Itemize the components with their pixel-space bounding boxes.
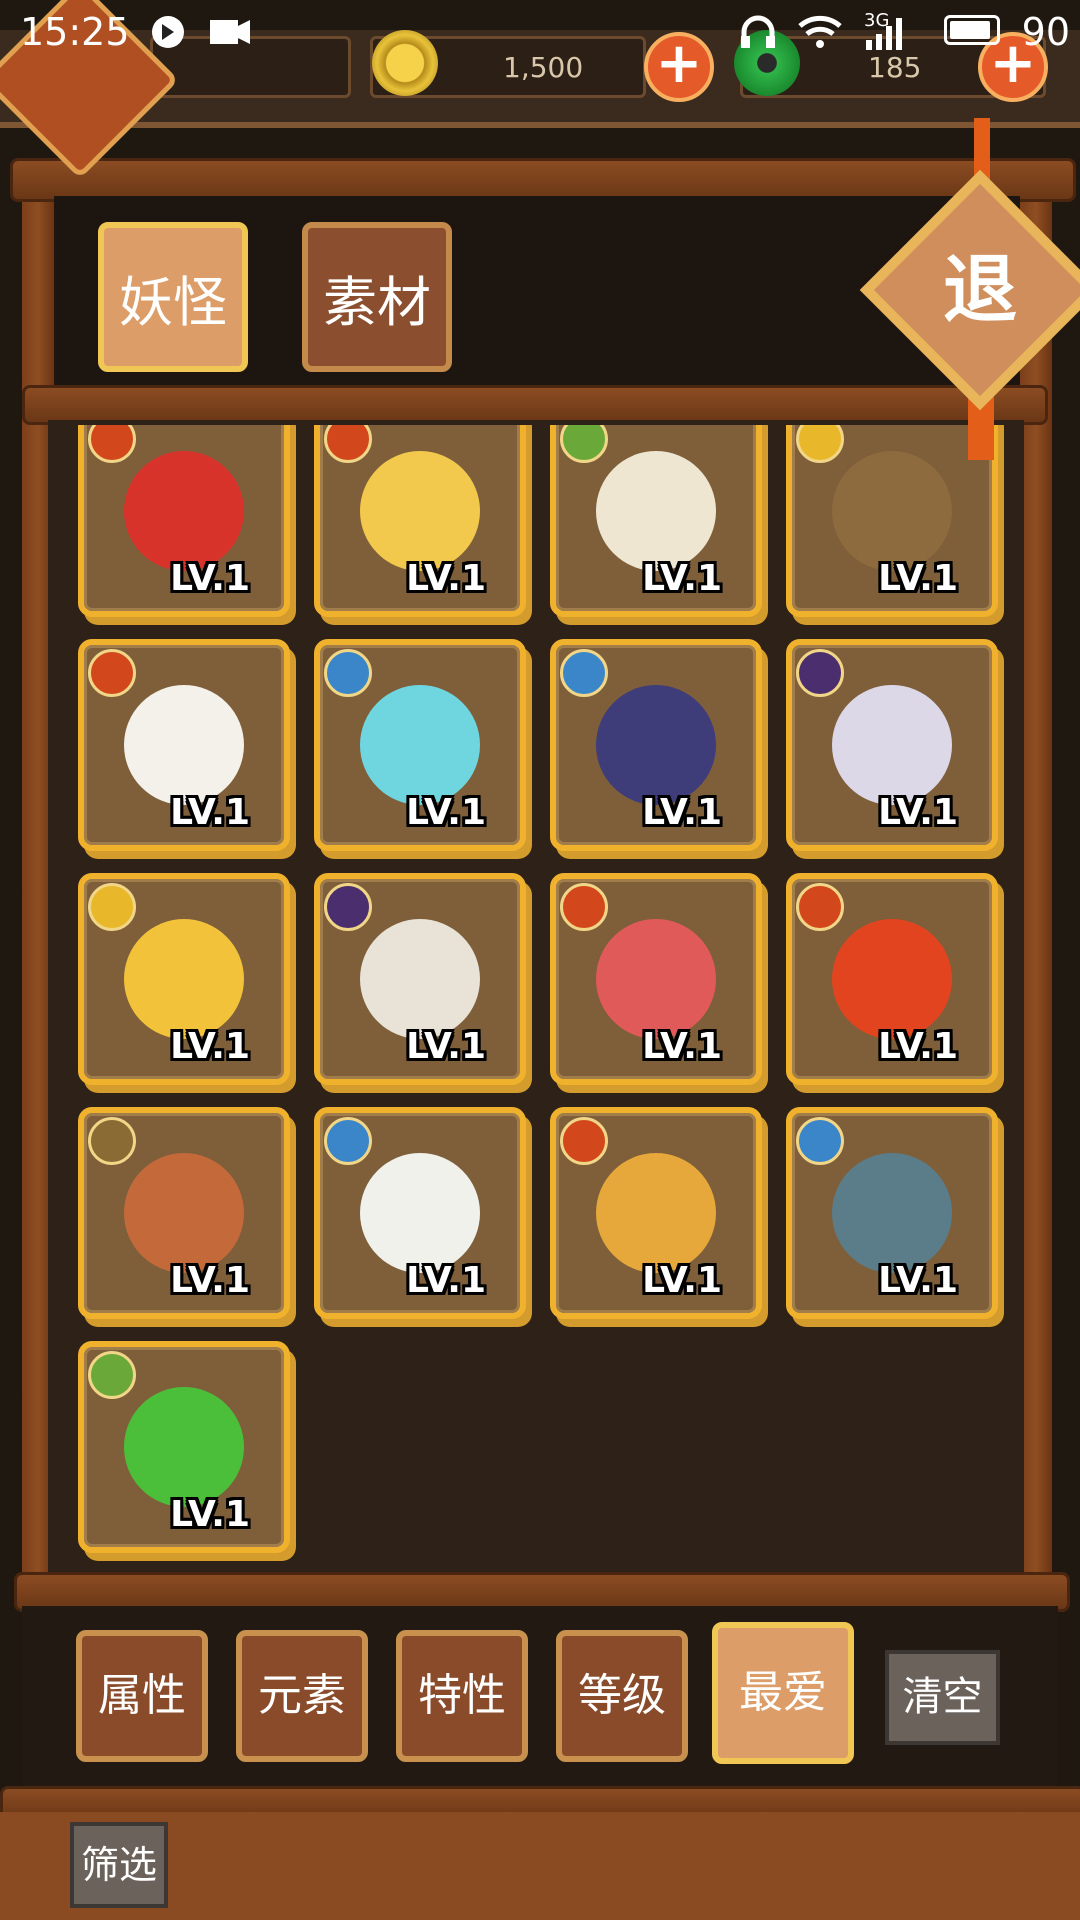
card-level: LV.1	[406, 792, 486, 833]
signal-icon	[862, 16, 902, 52]
cotton-flower-icon	[360, 1153, 480, 1273]
sun-element-icon	[88, 883, 136, 931]
card-level: LV.1	[170, 1260, 250, 1301]
gourd-spirit-icon	[124, 919, 244, 1039]
monster-card[interactable]: LV.1	[314, 873, 526, 1085]
headphones-icon	[738, 14, 775, 50]
water-element-icon	[324, 1117, 372, 1165]
filter-attribute-button[interactable]: 属性	[76, 1630, 208, 1762]
card-level: LV.1	[170, 792, 250, 833]
lily-spirit-icon	[596, 451, 716, 571]
app-notification-icon	[150, 14, 186, 50]
card-level: LV.1	[170, 558, 250, 599]
fire-element-icon	[560, 883, 608, 931]
fire-element-icon	[88, 649, 136, 697]
card-level: LV.1	[642, 1026, 722, 1067]
monster-card[interactable]: LV.1	[78, 1107, 290, 1319]
monster-card[interactable]: LV.1	[786, 639, 998, 851]
red-yarn-ball-icon	[124, 451, 244, 571]
filter-favorite-button[interactable]: 最爱	[712, 1622, 854, 1764]
monster-card[interactable]: LV.1	[78, 425, 290, 617]
purple-bag-icon	[596, 685, 716, 805]
gold-ingot-spirit-icon	[360, 451, 480, 571]
monster-card[interactable]: LV.1	[786, 425, 998, 617]
battery-level: 90	[1021, 10, 1070, 54]
filter-level-button[interactable]: 等级	[556, 1630, 688, 1762]
card-level: LV.1	[878, 1026, 958, 1067]
card-level: LV.1	[878, 558, 958, 599]
battery-icon	[944, 15, 1000, 45]
monster-card[interactable]: LV.1	[78, 873, 290, 1085]
card-level: LV.1	[406, 1260, 486, 1301]
water-element-icon	[324, 649, 372, 697]
monster-card[interactable]: LV.1	[786, 873, 998, 1085]
filter-level-label: 等级	[578, 1670, 666, 1721]
moon-element-icon	[324, 883, 372, 931]
earth-element-icon	[88, 1117, 136, 1165]
monster-card[interactable]: LV.1	[550, 425, 762, 617]
card-level: LV.1	[406, 558, 486, 599]
wifi-icon	[796, 14, 842, 50]
filter-attribute-label: 属性	[98, 1670, 186, 1721]
monster-card[interactable]: LV.1	[78, 1341, 290, 1553]
cage-box-icon	[360, 919, 480, 1039]
sword-spirit-icon	[832, 1153, 952, 1273]
monster-card[interactable]: LV.1	[550, 639, 762, 851]
card-level: LV.1	[878, 1260, 958, 1301]
clear-label: 清空	[902, 1674, 983, 1720]
status-bar: 15:25 3G 90	[0, 0, 1080, 66]
screen-label: 筛选	[80, 1843, 157, 1887]
crystal-spirit-icon	[360, 685, 480, 805]
filter-favorite-label: 最爱	[739, 1667, 827, 1718]
filter-element-label: 元素	[258, 1670, 346, 1721]
fire-element-icon	[796, 883, 844, 931]
monster-card[interactable]: LV.1	[550, 1107, 762, 1319]
video-camera-icon	[208, 14, 250, 50]
tab-materials[interactable]: 素材	[302, 222, 452, 372]
dumpling-spirits-icon	[124, 1153, 244, 1273]
monster-card[interactable]: LV.1	[314, 1107, 526, 1319]
leaf-element-icon	[88, 1351, 136, 1399]
monster-card[interactable]: LV.1	[314, 639, 526, 851]
card-level: LV.1	[170, 1026, 250, 1067]
water-element-icon	[560, 649, 608, 697]
clock: 15:25	[20, 10, 130, 54]
tab-monsters[interactable]: 妖怪	[98, 222, 248, 372]
filter-trait-button[interactable]: 特性	[396, 1630, 528, 1762]
green-slime-icon	[124, 1387, 244, 1507]
card-level: LV.1	[642, 558, 722, 599]
clear-button[interactable]: 清空	[885, 1650, 1000, 1745]
screen-button[interactable]: 筛选	[70, 1822, 168, 1908]
card-level: LV.1	[878, 792, 958, 833]
fire-bird-icon	[832, 919, 952, 1039]
card-level: LV.1	[406, 1026, 486, 1067]
coconut-spirit-icon	[832, 451, 952, 571]
card-level: LV.1	[642, 792, 722, 833]
exit-label: 退	[943, 247, 1017, 333]
gift-box-icon	[124, 685, 244, 805]
card-level: LV.1	[170, 1494, 250, 1535]
monster-card[interactable]: LV.1	[314, 425, 526, 617]
tab-monsters-label: 妖怪	[119, 271, 227, 334]
tab-materials-label: 素材	[323, 271, 431, 334]
monster-card[interactable]: LV.1	[550, 873, 762, 1085]
monster-card[interactable]: LV.1	[786, 1107, 998, 1319]
water-element-icon	[796, 1117, 844, 1165]
shelf-top-beam	[22, 385, 1048, 425]
fire-element-icon	[560, 1117, 608, 1165]
card-level: LV.1	[642, 1260, 722, 1301]
monster-card[interactable]: LV.1	[78, 639, 290, 851]
moon-element-icon	[796, 649, 844, 697]
filter-trait-label: 特性	[418, 1670, 506, 1721]
straw-spirit-icon	[596, 919, 716, 1039]
filter-element-button[interactable]: 元素	[236, 1630, 368, 1762]
autumn-leaf-icon	[596, 1153, 716, 1273]
oni-mask-icon	[832, 685, 952, 805]
